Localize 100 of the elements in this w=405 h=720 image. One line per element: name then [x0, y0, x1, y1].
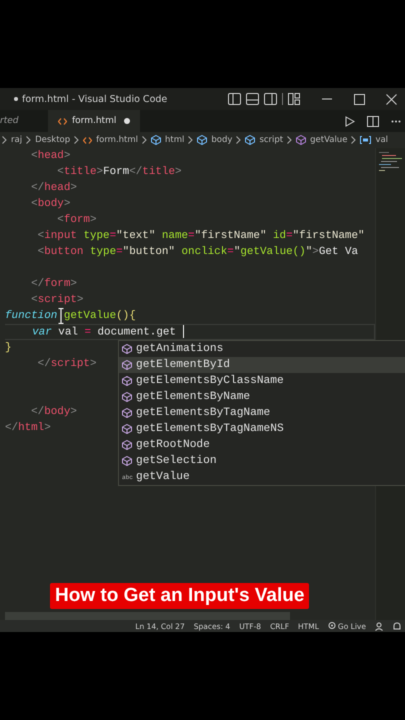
cube-icon — [122, 360, 132, 370]
layout-grid-icon[interactable] — [288, 93, 300, 105]
code-punctuation: > — [96, 166, 104, 178]
editor-tab[interactable]: rted — [0, 110, 48, 132]
code-tag: body — [38, 198, 64, 210]
broadcast-icon — [328, 622, 336, 630]
chevron-icon — [26, 136, 32, 144]
suggestion-item[interactable]: getElementsByName — [119, 389, 405, 405]
code-tag: html — [18, 422, 44, 434]
code-punctuation: > — [174, 166, 182, 178]
bell-icon[interactable] — [393, 622, 401, 630]
code-attribute: name — [160, 230, 188, 242]
layout-panel-icon[interactable] — [246, 93, 259, 105]
suggestion-item[interactable]: getElementsByTagNameNS — [119, 421, 405, 437]
window-title: form.html - Visual Studio Code — [22, 94, 168, 104]
code-tag: input — [44, 230, 77, 242]
breadcrumb-item[interactable]: form.html — [96, 135, 138, 145]
code-punctuation: < — [56, 166, 64, 178]
cube-icon — [122, 376, 132, 386]
code-brace: } — [5, 342, 12, 354]
code-attribute: type — [82, 230, 110, 242]
code-string: "firstName" — [194, 230, 266, 242]
code-punctuation: > — [70, 406, 77, 418]
code-attribute: onclick — [180, 246, 228, 258]
breadcrumb-item[interactable]: html — [165, 135, 184, 145]
code-keyword: function — [5, 310, 58, 322]
suggestion-item[interactable]: getAnimations — [119, 341, 405, 357]
breadcrumb-item[interactable]: script — [259, 135, 284, 145]
code-punctuation: </ — [30, 406, 44, 418]
code-punctuation: > — [90, 214, 97, 226]
code-punctuation: < — [30, 294, 38, 306]
code-operator: = — [116, 246, 123, 258]
run-icon[interactable] — [345, 116, 355, 126]
mouse-cursor-icon — [58, 308, 64, 324]
split-editor-icon[interactable] — [367, 116, 379, 126]
code-text: document.get — [96, 326, 176, 338]
breadcrumb-item[interactable]: getValue — [310, 135, 348, 145]
chevron-icon — [142, 136, 148, 144]
code-function: getValue — [64, 310, 116, 322]
chevron-icon — [236, 136, 242, 144]
code-punctuation: </ — [129, 166, 142, 178]
suggestion-item[interactable]: getSelection — [119, 453, 405, 469]
code-attribute: id — [272, 230, 286, 242]
maximize-icon[interactable] — [354, 94, 365, 104]
cube-icon — [122, 424, 132, 434]
code-tag: body — [44, 406, 70, 418]
cube-icon — [122, 392, 132, 402]
code-punctuation: < — [36, 246, 44, 258]
breadcrumb-item[interactable]: val — [375, 135, 388, 145]
chevron-icon — [287, 136, 292, 144]
code-punctuation: </ — [30, 278, 44, 290]
breadcrumb-item[interactable]: raj — [11, 135, 22, 145]
suggestion-item[interactable]: getElementsByTagName — [119, 405, 405, 421]
cube-icon — [151, 135, 162, 145]
code-string: "button" — [122, 246, 175, 258]
code-tag: button — [44, 246, 84, 258]
code-punctuation: > — [70, 182, 77, 194]
layout-split-icon[interactable] — [264, 93, 277, 105]
editor-tab[interactable]: form.html — [48, 110, 140, 132]
code-file-icon — [83, 136, 92, 144]
code-punctuation: > — [90, 358, 97, 370]
code-tag: head — [38, 150, 64, 162]
code-text: val — [57, 326, 79, 338]
layout-sidebar-icon[interactable] — [228, 93, 241, 105]
code-tag: title — [64, 166, 97, 178]
code-operator: = — [110, 230, 116, 242]
code-punctuation: < — [30, 150, 38, 162]
code-operator: = — [84, 326, 91, 338]
variable-icon — [360, 136, 372, 144]
chevron-icon — [188, 136, 194, 144]
code-punctuation: < — [30, 198, 38, 210]
cube-icon — [122, 408, 132, 418]
code-string: "firstName" — [292, 230, 365, 242]
code-punctuation: < — [56, 214, 64, 226]
chevron-icon — [74, 136, 80, 144]
code-punctuation: > — [76, 294, 84, 306]
code-punctuation: > — [64, 150, 70, 162]
code-punctuation: </ — [5, 422, 18, 434]
close-icon[interactable] — [386, 94, 397, 104]
suggestion-item[interactable]: getRootNode — [119, 437, 405, 453]
code-tag: head — [44, 182, 70, 194]
chevron-icon — [351, 136, 356, 144]
cube-icon — [296, 135, 306, 145]
code-operator: = — [188, 230, 195, 242]
breadcrumb-item[interactable]: body — [211, 135, 232, 145]
cube-icon — [122, 456, 132, 466]
more-icon[interactable] — [391, 120, 401, 122]
code-punctuation: > — [64, 198, 70, 210]
code-keyword: var — [31, 326, 52, 338]
cube-icon — [245, 135, 256, 145]
breadcrumb-item[interactable]: Desktop — [35, 135, 70, 145]
video-caption: How to Get an Input's Value — [50, 583, 310, 609]
code-file-icon — [58, 118, 67, 124]
cube-icon — [122, 440, 132, 450]
code-string: " — [306, 246, 312, 258]
suggestion-item[interactable]: getElementById — [119, 357, 405, 373]
cube-icon — [122, 344, 132, 354]
code-tag: title — [142, 166, 175, 178]
suggestion-item[interactable]: getElementsByClassName — [119, 373, 405, 389]
code-punctuation: </ — [36, 358, 51, 370]
